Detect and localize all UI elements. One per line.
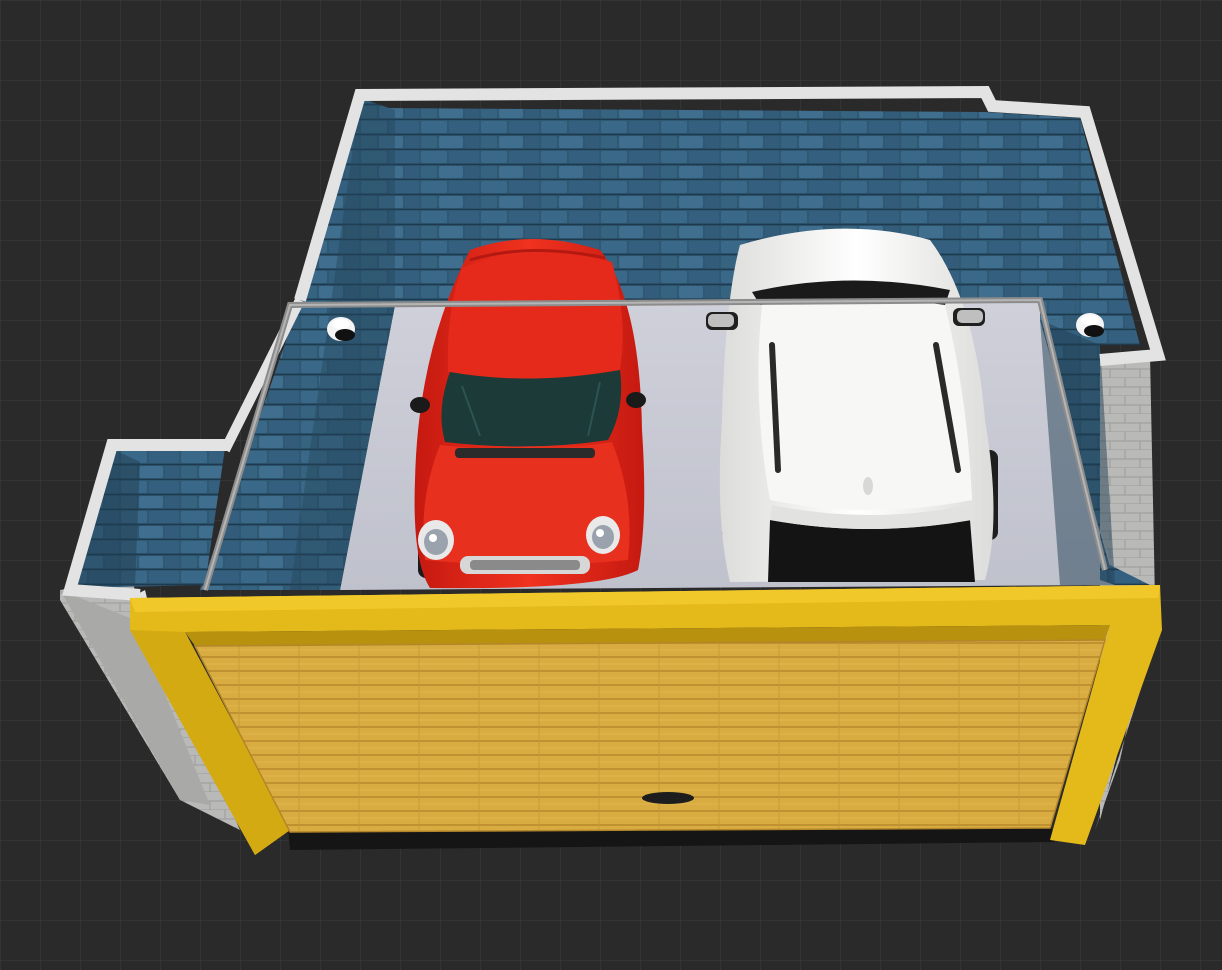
wall-lamp-left[interactable]	[327, 317, 355, 341]
wall-lamp-right[interactable]	[1076, 313, 1104, 337]
door-handle[interactable]	[642, 792, 694, 804]
red-car-headlight-left	[418, 520, 454, 560]
garage-3d-viewport[interactable]	[0, 0, 1222, 970]
door-panel	[195, 640, 1105, 832]
garage-scene	[0, 0, 1222, 970]
red-car-headlight-right	[586, 516, 620, 554]
right-alcove-back-wall	[985, 112, 1080, 320]
garage-door[interactable]	[130, 585, 1162, 855]
